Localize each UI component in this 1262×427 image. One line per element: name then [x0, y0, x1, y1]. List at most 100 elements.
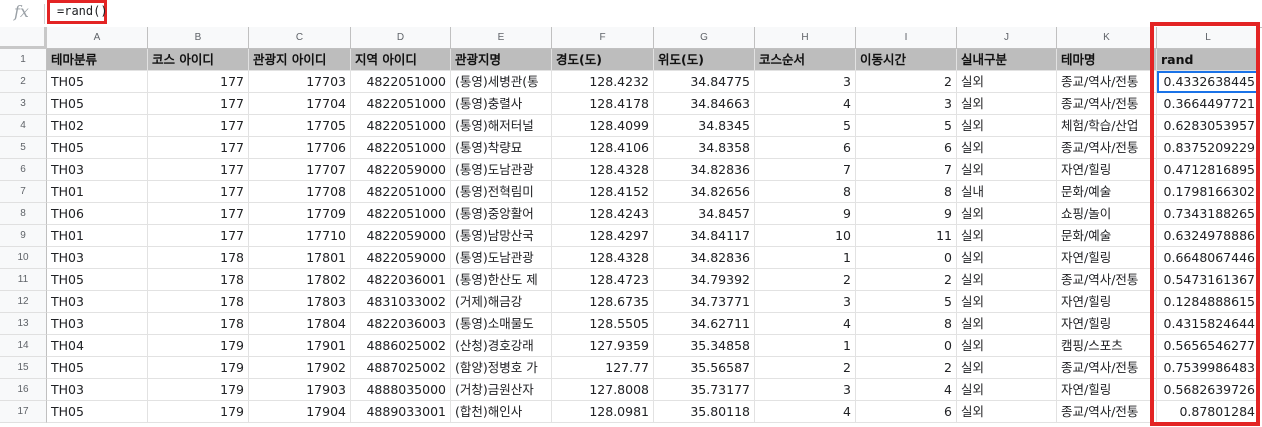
column-header-d[interactable]: D	[351, 27, 451, 49]
table-cell[interactable]: 128.4328	[552, 247, 654, 269]
table-cell[interactable]: 2	[755, 357, 856, 379]
table-cell[interactable]: TH03	[47, 291, 148, 313]
column-header-k[interactable]: K	[1057, 27, 1157, 49]
table-cell[interactable]: 128.4328	[552, 159, 654, 181]
table-cell[interactable]: 177	[148, 159, 249, 181]
table-cell[interactable]: 178	[148, 247, 249, 269]
table-cell[interactable]: 문화/예술	[1057, 181, 1157, 203]
header-cell-c[interactable]: 관광지 아이디	[249, 49, 351, 71]
table-cell[interactable]: 177	[148, 115, 249, 137]
table-cell[interactable]: 4887025002	[351, 357, 451, 379]
table-cell[interactable]: (통영)착량묘	[451, 137, 552, 159]
table-cell[interactable]: 17903	[249, 379, 351, 401]
table-cell[interactable]: 4822051000	[351, 115, 451, 137]
row-header-12[interactable]: 12	[0, 291, 47, 313]
table-cell[interactable]: 0.8375209229	[1157, 137, 1260, 159]
table-cell[interactable]: 1	[755, 247, 856, 269]
table-cell[interactable]: 34.84117	[654, 225, 755, 247]
table-cell[interactable]: 35.80118	[654, 401, 755, 423]
table-cell[interactable]: 6	[856, 401, 957, 423]
table-cell[interactable]: 178	[148, 291, 249, 313]
table-cell[interactable]: 128.4106	[552, 137, 654, 159]
table-cell[interactable]: 4886025002	[351, 335, 451, 357]
table-cell[interactable]: 0.6324978886	[1157, 225, 1260, 247]
column-header-h[interactable]: H	[755, 27, 856, 49]
table-cell[interactable]: 3	[755, 291, 856, 313]
table-cell[interactable]: 5	[856, 291, 957, 313]
table-cell[interactable]: TH01	[47, 181, 148, 203]
table-cell[interactable]: 4	[856, 379, 957, 401]
table-cell[interactable]: 178	[148, 313, 249, 335]
table-cell[interactable]: TH02	[47, 115, 148, 137]
table-cell[interactable]: 34.8345	[654, 115, 755, 137]
table-cell[interactable]: 17704	[249, 93, 351, 115]
table-cell[interactable]: 종교/역사/전통	[1057, 269, 1157, 291]
table-cell[interactable]: 실외	[957, 357, 1057, 379]
table-cell[interactable]: 2	[856, 357, 957, 379]
table-cell[interactable]: 7	[856, 159, 957, 181]
table-cell[interactable]: 실외	[957, 159, 1057, 181]
table-cell[interactable]: (통영)해저터널	[451, 115, 552, 137]
table-cell[interactable]: 177	[148, 203, 249, 225]
table-cell[interactable]: 17803	[249, 291, 351, 313]
table-cell[interactable]: 실외	[957, 71, 1057, 93]
header-cell-a[interactable]: 테마분류	[47, 49, 148, 71]
table-cell[interactable]: (거창)금원산자	[451, 379, 552, 401]
table-cell[interactable]: 0	[856, 335, 957, 357]
table-cell[interactable]: 179	[148, 357, 249, 379]
table-cell[interactable]: 실외	[957, 335, 1057, 357]
table-cell[interactable]: 35.34858	[654, 335, 755, 357]
table-cell[interactable]: 실외	[957, 379, 1057, 401]
table-cell[interactable]: 34.73771	[654, 291, 755, 313]
table-cell[interactable]: 종교/역사/전통	[1057, 401, 1157, 423]
table-cell[interactable]: 10	[755, 225, 856, 247]
table-cell[interactable]: TH03	[47, 247, 148, 269]
table-cell[interactable]: (산청)경호강래	[451, 335, 552, 357]
table-cell[interactable]: 6	[856, 137, 957, 159]
table-cell[interactable]: 11	[856, 225, 957, 247]
table-cell[interactable]: 7	[755, 159, 856, 181]
table-cell[interactable]: 9	[856, 203, 957, 225]
table-cell[interactable]: 0.5473161367	[1157, 269, 1260, 291]
table-cell[interactable]: 17901	[249, 335, 351, 357]
column-header-c[interactable]: C	[249, 27, 351, 49]
table-cell[interactable]: 4822059000	[351, 247, 451, 269]
header-cell-f[interactable]: 경도(도)	[552, 49, 654, 71]
table-cell[interactable]: 177	[148, 225, 249, 247]
table-cell[interactable]: 4822051000	[351, 71, 451, 93]
table-cell[interactable]: 35.56587	[654, 357, 755, 379]
table-cell[interactable]: 2	[856, 269, 957, 291]
table-cell[interactable]: 실외	[957, 401, 1057, 423]
table-cell[interactable]: 34.62711	[654, 313, 755, 335]
table-cell[interactable]: TH04	[47, 335, 148, 357]
table-cell[interactable]: 실외	[957, 225, 1057, 247]
table-cell[interactable]: 2	[856, 71, 957, 93]
table-cell[interactable]: 5	[755, 115, 856, 137]
select-all-corner[interactable]	[0, 27, 47, 49]
table-cell[interactable]: TH03	[47, 379, 148, 401]
table-cell[interactable]: 문화/예술	[1057, 225, 1157, 247]
table-cell[interactable]: (통영)세병관(통	[451, 71, 552, 93]
table-cell[interactable]: 0.7539986483	[1157, 357, 1260, 379]
table-cell[interactable]: 0.4332638445	[1157, 71, 1260, 93]
table-cell[interactable]: 128.4723	[552, 269, 654, 291]
table-cell[interactable]: 8	[755, 181, 856, 203]
column-header-j[interactable]: J	[957, 27, 1057, 49]
table-cell[interactable]: 캠핑/스포츠	[1057, 335, 1157, 357]
table-cell[interactable]: (통영)중앙활어	[451, 203, 552, 225]
table-cell[interactable]: 종교/역사/전통	[1057, 71, 1157, 93]
row-header-14[interactable]: 14	[0, 335, 47, 357]
column-header-f[interactable]: F	[552, 27, 654, 49]
table-cell[interactable]: 8	[856, 181, 957, 203]
table-cell[interactable]: (통영)소매물도	[451, 313, 552, 335]
table-cell[interactable]: 17801	[249, 247, 351, 269]
table-cell[interactable]: 177	[148, 71, 249, 93]
row-header-13[interactable]: 13	[0, 313, 47, 335]
table-cell[interactable]: 0	[856, 247, 957, 269]
table-cell[interactable]: 자연/힐링	[1057, 291, 1157, 313]
table-cell[interactable]: 4822051000	[351, 203, 451, 225]
table-cell[interactable]: 177	[148, 93, 249, 115]
table-cell[interactable]: 쇼핑/놀이	[1057, 203, 1157, 225]
table-cell[interactable]: 127.8008	[552, 379, 654, 401]
table-cell[interactable]: 0.5656546277	[1157, 335, 1260, 357]
